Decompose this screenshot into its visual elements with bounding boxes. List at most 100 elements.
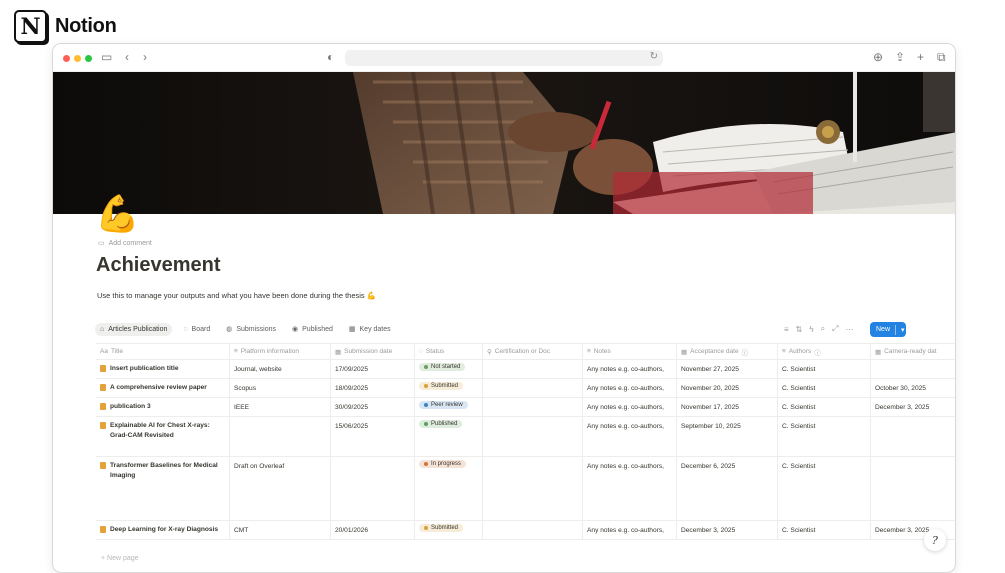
- cell-authors[interactable]: C. Scientist: [778, 398, 871, 416]
- cell-notes[interactable]: Any notes e.g. co-authors,: [583, 398, 677, 416]
- table-row[interactable]: Insert publication title Journal, website…: [96, 360, 955, 379]
- new-page-button[interactable]: + New page: [101, 555, 139, 562]
- automation-icon[interactable]: ϟ: [809, 325, 813, 334]
- cell-notes[interactable]: Any notes e.g. co-authors,: [583, 360, 677, 378]
- address-bar[interactable]: ↻: [345, 50, 663, 66]
- maximize-window-button[interactable]: [85, 55, 92, 62]
- cell-platform[interactable]: CMT: [230, 521, 331, 539]
- sort-icon[interactable]: ⇅: [796, 325, 803, 334]
- search-icon[interactable]: ⌕: [821, 324, 825, 334]
- cell-certification[interactable]: [483, 360, 583, 378]
- cell-acceptance[interactable]: September 10, 2025: [677, 417, 778, 456]
- column-header-certification[interactable]: ⚲ Certification or Doc: [483, 344, 583, 359]
- tab-published[interactable]: ◉ Published: [287, 322, 338, 336]
- page-title[interactable]: Achievement: [96, 254, 221, 277]
- cell-notes[interactable]: Any notes e.g. co-authors,: [583, 417, 677, 456]
- cell-platform[interactable]: [230, 417, 331, 456]
- tab-overview-icon[interactable]: ⧉: [937, 49, 946, 65]
- cell-status[interactable]: Peer review: [415, 398, 483, 416]
- cell-authors[interactable]: C. Scientist: [778, 521, 871, 539]
- cell-title[interactable]: Explainable AI for Chest X-rays: Grad-CA…: [96, 417, 230, 456]
- cell-submission[interactable]: 15/06/2025: [331, 417, 415, 456]
- download-icon[interactable]: ⊕: [873, 49, 883, 65]
- table-row[interactable]: Explainable AI for Chest X-rays: Grad-CA…: [96, 417, 955, 457]
- cell-certification[interactable]: [483, 398, 583, 416]
- cell-camera[interactable]: [871, 360, 955, 378]
- cell-authors[interactable]: C. Scientist: [778, 379, 871, 397]
- cell-status[interactable]: In progress: [415, 457, 483, 520]
- column-header-acceptance[interactable]: ▦ Acceptance date ⓘ: [677, 344, 778, 359]
- cell-status[interactable]: Not started: [415, 360, 483, 378]
- expand-icon[interactable]: ⤢: [832, 324, 838, 334]
- cell-submission[interactable]: 18/09/2025: [331, 379, 415, 397]
- close-window-button[interactable]: [63, 55, 70, 62]
- table-row[interactable]: A comprehensive review paper Scopus 18/09/…: [96, 379, 955, 398]
- table-row[interactable]: Deep Learning for X-ray Diagnosis CMT 20/0…: [96, 521, 955, 540]
- cell-status[interactable]: Submitted: [415, 379, 483, 397]
- cell-camera[interactable]: [871, 417, 955, 456]
- cell-submission[interactable]: 30/09/2025: [331, 398, 415, 416]
- cell-submission[interactable]: [331, 457, 415, 520]
- cell-title[interactable]: publication 3: [96, 398, 230, 416]
- column-header-status[interactable]: ◌ Status: [415, 344, 483, 359]
- cell-certification[interactable]: [483, 417, 583, 456]
- cell-authors[interactable]: C. Scientist: [778, 457, 871, 520]
- reload-icon[interactable]: ↻: [650, 51, 658, 62]
- tab-key-dates[interactable]: ▦ Key dates: [344, 322, 396, 336]
- cell-camera[interactable]: December 3, 2025: [871, 398, 955, 416]
- cell-platform[interactable]: Scopus: [230, 379, 331, 397]
- sidebar-toggle-icon[interactable]: ▭: [101, 49, 112, 65]
- cell-certification[interactable]: [483, 457, 583, 520]
- column-header-notes[interactable]: ≡ Notes: [583, 344, 677, 359]
- cell-acceptance[interactable]: November 20, 2025: [677, 379, 778, 397]
- cell-camera[interactable]: October 30, 2025: [871, 379, 955, 397]
- cell-title[interactable]: Deep Learning for X-ray Diagnosis: [96, 521, 230, 539]
- cell-acceptance[interactable]: December 6, 2025: [677, 457, 778, 520]
- share-icon[interactable]: ⇪: [895, 49, 905, 65]
- cell-title[interactable]: Transformer Baselines for Medical Imagin…: [96, 457, 230, 520]
- column-header-submission[interactable]: ▦ Submission date: [331, 344, 415, 359]
- cell-status[interactable]: Published: [415, 417, 483, 456]
- cell-acceptance[interactable]: December 3, 2025: [677, 521, 778, 539]
- tab-submissions[interactable]: ◍ Submissions: [221, 322, 281, 336]
- cell-acceptance[interactable]: November 17, 2025: [677, 398, 778, 416]
- cell-title[interactable]: A comprehensive review paper: [96, 379, 230, 397]
- settings-icon[interactable]: ⋯: [846, 325, 854, 334]
- forward-icon[interactable]: ›: [143, 49, 147, 65]
- add-comment-button[interactable]: ▭ Add comment: [98, 239, 152, 248]
- column-header-platform[interactable]: ≡ Platform information: [230, 344, 331, 359]
- new-tab-icon[interactable]: +: [917, 49, 924, 65]
- column-header-camera-ready[interactable]: ▦ Camera-ready dat: [871, 344, 955, 359]
- new-button[interactable]: New ▾: [870, 322, 906, 337]
- cell-submission[interactable]: 17/09/2025: [331, 360, 415, 378]
- filter-icon[interactable]: ≡: [784, 325, 789, 334]
- minimize-window-button[interactable]: [74, 55, 81, 62]
- cell-certification[interactable]: [483, 379, 583, 397]
- tab-articles-publication[interactable]: ⌂ Articles Publication: [95, 322, 173, 336]
- cell-camera[interactable]: [871, 457, 955, 520]
- cell-title[interactable]: Insert publication title: [96, 360, 230, 378]
- table-row[interactable]: publication 3 IEEE 30/09/2025 Peer review An…: [96, 398, 955, 417]
- table-row[interactable]: Transformer Baselines for Medical Imagin…: [96, 457, 955, 521]
- page-emoji-icon[interactable]: 💪: [95, 194, 140, 234]
- cell-authors[interactable]: C. Scientist: [778, 417, 871, 456]
- column-header-authors[interactable]: ≡ Authors ⓘ: [778, 344, 871, 359]
- cell-acceptance[interactable]: November 27, 2025: [677, 360, 778, 378]
- cell-status[interactable]: Submitted: [415, 521, 483, 539]
- cell-platform[interactable]: Journal, website: [230, 360, 331, 378]
- column-header-title[interactable]: Aa Title: [96, 344, 230, 359]
- cell-notes[interactable]: Any notes e.g. co-authors,: [583, 457, 677, 520]
- help-button[interactable]: ?: [924, 529, 946, 551]
- cell-platform[interactable]: IEEE: [230, 398, 331, 416]
- back-icon[interactable]: ‹: [125, 49, 129, 65]
- privacy-shield-icon[interactable]: ◐: [327, 49, 334, 65]
- page-description[interactable]: Use this to manage your outputs and what…: [97, 291, 376, 300]
- cell-certification[interactable]: [483, 521, 583, 539]
- cell-notes[interactable]: Any notes e.g. co-authors,: [583, 379, 677, 397]
- tab-board[interactable]: ◌ Board: [178, 323, 215, 336]
- cell-authors[interactable]: C. Scientist: [778, 360, 871, 378]
- cell-notes[interactable]: Any notes e.g. co-authors,: [583, 521, 677, 539]
- cell-platform[interactable]: Draft on Overleaf: [230, 457, 331, 520]
- cell-submission[interactable]: 20/01/2026: [331, 521, 415, 539]
- chevron-down-icon[interactable]: ▾: [901, 326, 905, 334]
